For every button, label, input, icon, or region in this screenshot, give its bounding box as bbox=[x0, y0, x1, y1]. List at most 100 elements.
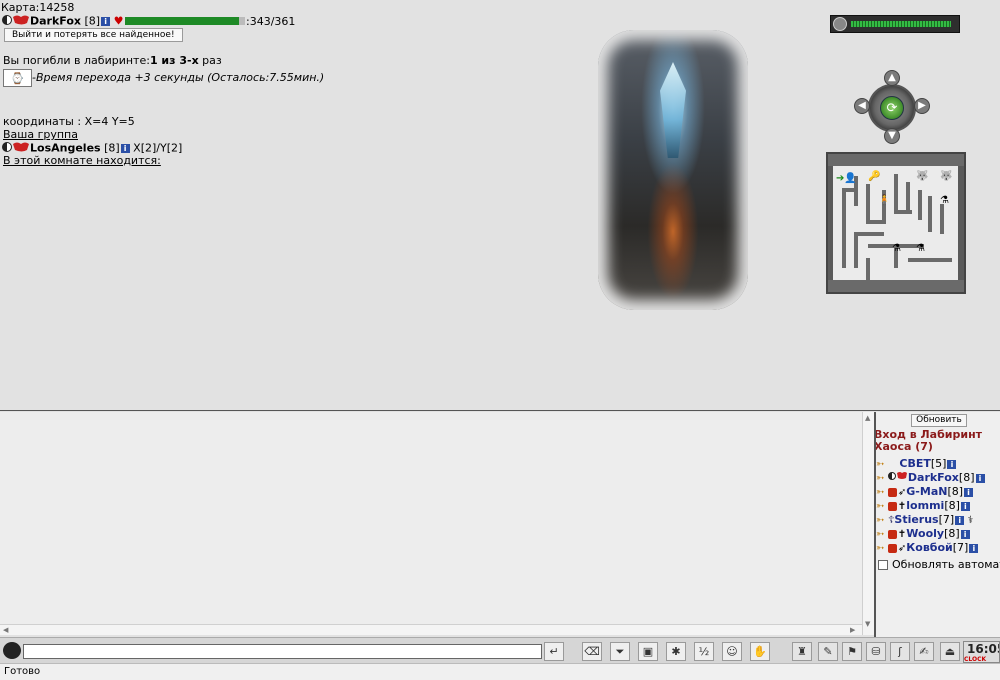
refresh-icon[interactable]: ⟳ bbox=[880, 96, 904, 120]
map-label: Карта:14258 bbox=[1, 1, 75, 14]
skill-icon[interactable]: ʃ bbox=[890, 642, 910, 661]
player-row[interactable]: ➳ DarkFox[8] i bbox=[876, 471, 985, 485]
move-right-button[interactable]: ▶ bbox=[914, 98, 930, 114]
player-row[interactable]: ➳ ➶Ковбой[7] i bbox=[876, 541, 979, 555]
transit-message: -Время перехода +3 секунды (Осталось:7.5… bbox=[32, 71, 325, 84]
flag-icon[interactable]: ⚑ bbox=[842, 642, 862, 661]
clan-icon bbox=[887, 543, 897, 553]
chat-horizontal-scrollbar[interactable]: ◀ ▶ bbox=[0, 624, 862, 635]
navigation-compass: ⟳ ▲ ▼ ◀ ▶ bbox=[852, 70, 932, 146]
group-link[interactable]: Ваша группа bbox=[3, 128, 78, 141]
member-position: X[2]/Y[2] bbox=[133, 141, 183, 155]
map-number: 14258 bbox=[39, 1, 75, 14]
player-row[interactable]: ➳ ☦Stierus[7] i ⚕ bbox=[876, 513, 973, 527]
exit-labyrinth-button[interactable]: Выйти и потерять все найденное! bbox=[4, 28, 183, 42]
hp-text: :343/361 bbox=[246, 15, 296, 28]
info-icon[interactable]: i bbox=[960, 501, 970, 511]
scroll-icon[interactable]: ✎ bbox=[818, 642, 838, 661]
room-players-panel: Обновить Вход в Лабиринт Хаоса (7) ➳ СВЕ… bbox=[876, 412, 1000, 637]
eraser-icon[interactable]: ⌫ bbox=[582, 642, 602, 661]
healing-potion-icon: ⚗ bbox=[892, 243, 901, 254]
move-left-button[interactable]: ◀ bbox=[854, 98, 870, 114]
private-arrow-icon[interactable]: ➳ bbox=[876, 459, 884, 470]
clan-icon bbox=[887, 529, 897, 539]
crystal-artwork bbox=[660, 62, 686, 158]
healing-potion-icon: ⚗ bbox=[940, 195, 949, 206]
scroll-right-icon[interactable]: ▶ bbox=[850, 626, 855, 634]
npc-icon: 🧍 bbox=[878, 195, 891, 206]
player-position-icon: ➔👤 bbox=[836, 173, 857, 184]
timer-fill bbox=[851, 21, 951, 27]
player-row[interactable]: ➳ ✝lommi[8] i bbox=[876, 499, 970, 513]
info-icon[interactable]: i bbox=[969, 543, 979, 553]
alignment-icon bbox=[2, 14, 30, 29]
private-arrow-icon[interactable]: ➳ bbox=[876, 487, 884, 498]
status-bar: Готово bbox=[0, 663, 1000, 680]
healer-icon: ⚕ bbox=[967, 515, 974, 526]
checkbox-icon[interactable] bbox=[878, 560, 888, 570]
coordinates: координаты : X=4 Y=5 bbox=[3, 115, 135, 128]
scroll-down-icon[interactable]: ▼ bbox=[865, 620, 870, 628]
info-icon[interactable]: i bbox=[947, 459, 957, 469]
info-icon[interactable]: i bbox=[101, 17, 111, 26]
send-icon[interactable]: ↵ bbox=[544, 642, 564, 661]
chat-log[interactable] bbox=[0, 412, 862, 635]
member-name[interactable]: LosAngeles bbox=[30, 142, 101, 155]
alignment-icon bbox=[887, 471, 908, 485]
player-level: [8] bbox=[84, 14, 101, 28]
private-arrow-icon[interactable]: ➳ bbox=[876, 515, 884, 526]
save-icon[interactable]: ▣ bbox=[638, 642, 658, 661]
forum-icon[interactable]: ✍ bbox=[914, 642, 934, 661]
private-arrow-icon[interactable]: ➳ bbox=[876, 473, 884, 484]
inventory-icon[interactable]: ⛁ bbox=[866, 642, 886, 661]
heart-icon: ♥ bbox=[113, 14, 124, 28]
monster-icon: 🐺 bbox=[916, 171, 929, 182]
game-pane: Карта:14258 DarkFox [8] i ♥ :343/361 Выйт… bbox=[0, 0, 1000, 411]
hand-icon[interactable]: ✋ bbox=[750, 642, 770, 661]
info-icon[interactable]: i bbox=[955, 515, 965, 525]
filter-icon[interactable]: ⏷ bbox=[610, 642, 630, 661]
refresh-button[interactable]: Обновить bbox=[911, 414, 967, 427]
death-message: Вы погибли в лабиринте:1 из 3-х раз bbox=[3, 54, 222, 67]
private-arrow-icon[interactable]: ➳ bbox=[876, 529, 884, 540]
private-arrow-icon[interactable]: ➳ bbox=[876, 543, 884, 554]
fraction-icon[interactable]: ½ bbox=[694, 642, 714, 661]
player-row[interactable]: ➳ ✝Wooly[8] i bbox=[876, 527, 970, 541]
bag-icon[interactable]: ♜ bbox=[792, 642, 812, 661]
info-icon[interactable]: i bbox=[120, 144, 130, 153]
chat-input[interactable] bbox=[23, 644, 542, 659]
person-icon[interactable]: ✱ bbox=[666, 642, 686, 661]
move-down-button[interactable]: ▼ bbox=[884, 128, 900, 144]
info-icon[interactable]: i bbox=[975, 473, 985, 483]
player-name[interactable]: DarkFox bbox=[30, 15, 81, 28]
transit-clock-icon: ⌚ bbox=[3, 69, 32, 87]
private-arrow-icon[interactable]: ➳ bbox=[876, 501, 884, 512]
monster-icon: 🐺 bbox=[940, 171, 953, 182]
labyrinth-minimap: ➔👤 🔑 🐺 🐺 🧍 ⚗ ⚗ ⚗ bbox=[826, 152, 966, 294]
scroll-left-icon[interactable]: ◀ bbox=[3, 626, 8, 634]
clock-widget: 16:05 CLOCK bbox=[963, 641, 1000, 663]
hp-bar bbox=[125, 17, 245, 25]
healing-potion-icon: ⚗ bbox=[916, 243, 925, 254]
player-row[interactable]: ➳ ➶G-MaN[8] i bbox=[876, 485, 974, 499]
scroll-up-icon[interactable]: ▲ bbox=[865, 414, 870, 422]
player-line: DarkFox [8] i ♥ bbox=[2, 14, 123, 29]
location-artwork bbox=[598, 30, 748, 310]
info-icon[interactable]: i bbox=[964, 487, 974, 497]
room-occupants-label: В этой комнате находится: bbox=[3, 154, 161, 167]
clan-icon bbox=[887, 501, 897, 511]
exit-icon[interactable]: ⏏ bbox=[940, 642, 960, 661]
transition-timer bbox=[830, 15, 960, 33]
chat-vertical-scrollbar[interactable]: ▲ ▼ bbox=[862, 412, 874, 635]
chat-toolbar: ↵ ⌫ ⏷ ▣ ✱ ½ ☺ ✋ ♜ ✎ ⚑ ⛁ ʃ ✍ ⏏ 16:05 CLOC… bbox=[0, 637, 1000, 663]
hp-bar-fill bbox=[125, 17, 240, 25]
player-row[interactable]: ➳ СВЕТ[5] i bbox=[876, 457, 957, 471]
auto-update-checkbox[interactable]: Обновлять автомат bbox=[878, 558, 1000, 571]
location-title: Вход в Лабиринт Хаоса (7) bbox=[876, 428, 983, 453]
chat-menu-icon[interactable] bbox=[3, 642, 21, 659]
smile-icon[interactable]: ☺ bbox=[722, 642, 742, 661]
hourglass-icon bbox=[833, 17, 847, 31]
move-up-button[interactable]: ▲ bbox=[884, 70, 900, 86]
key-icon: 🔑 bbox=[868, 171, 881, 182]
info-icon[interactable]: i bbox=[960, 529, 970, 539]
